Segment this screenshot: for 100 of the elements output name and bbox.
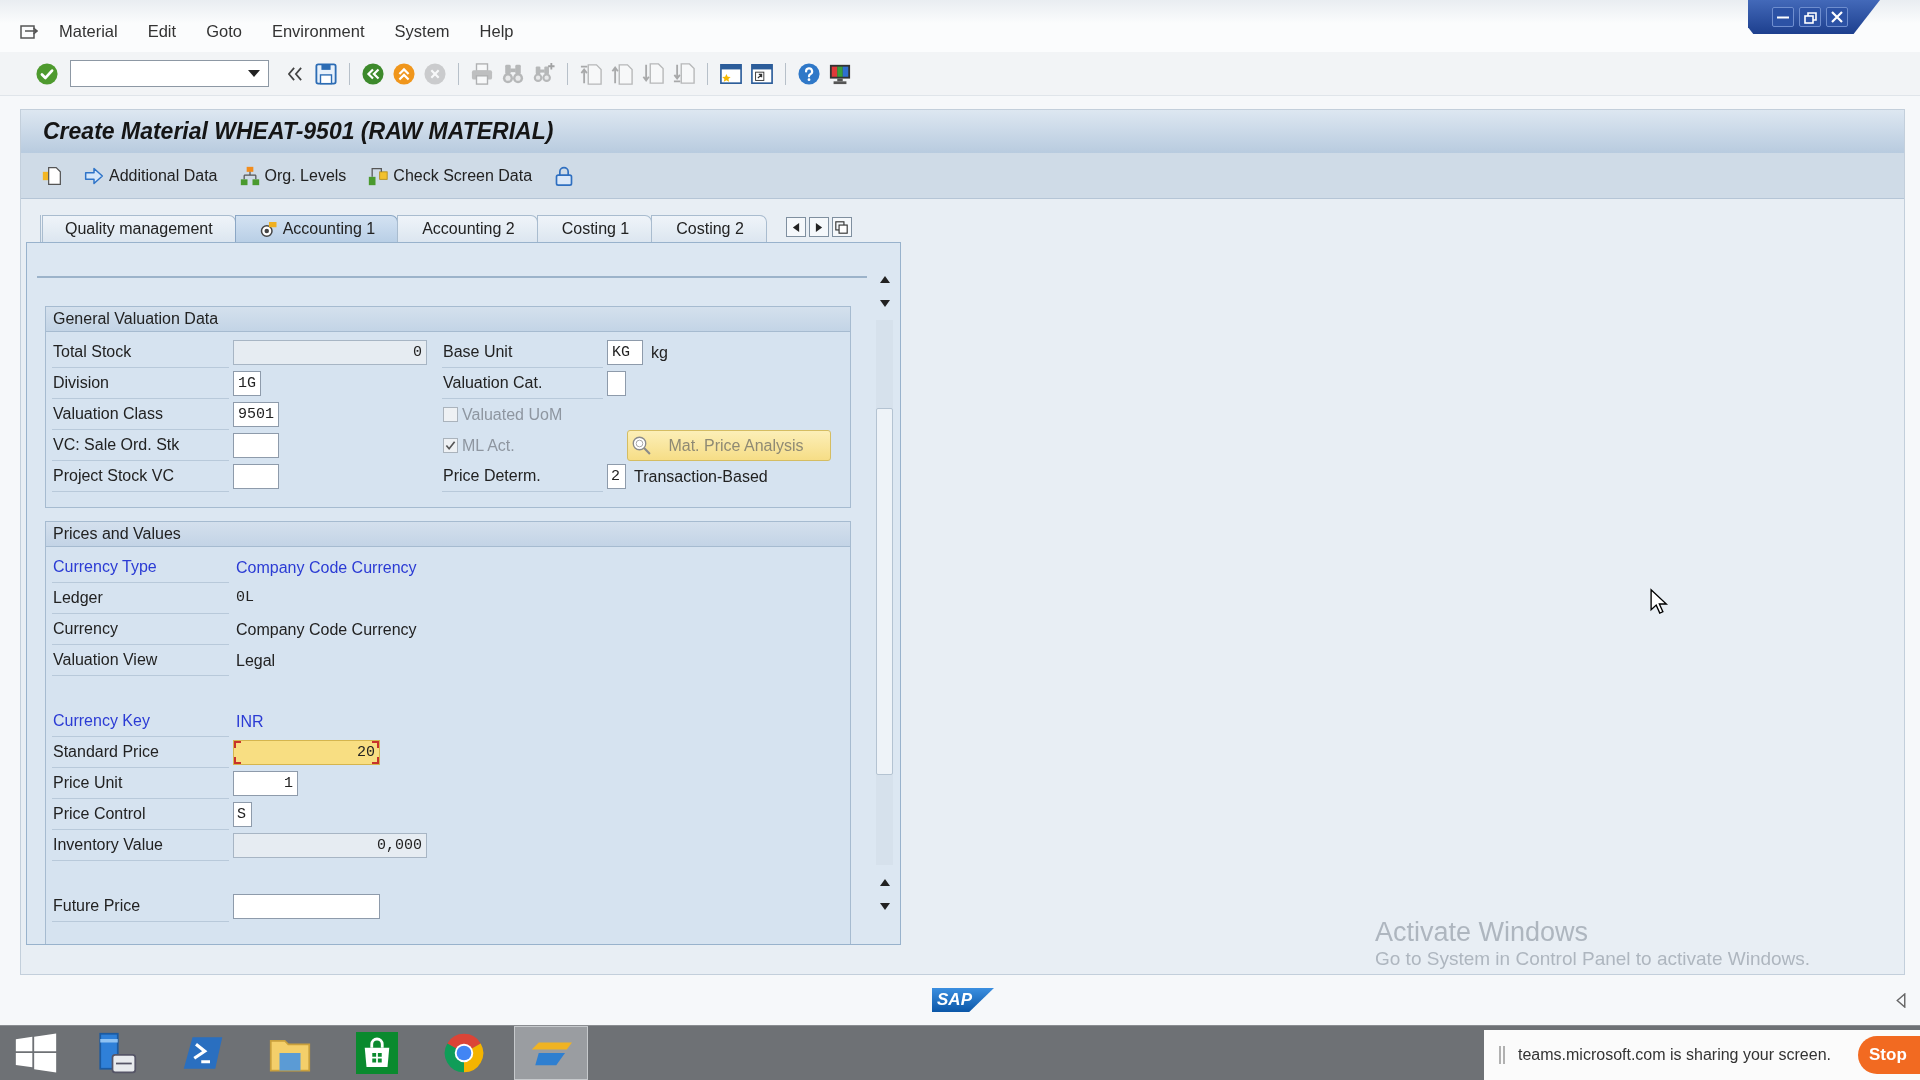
taskbar-button[interactable] bbox=[513, 1026, 588, 1080]
page-arrow-icon bbox=[611, 62, 633, 85]
grip-icon bbox=[1498, 1045, 1506, 1065]
input-field[interactable]: 1G bbox=[233, 371, 261, 396]
checkbox-label: Valuated UoM bbox=[462, 404, 563, 425]
menu-item[interactable]: System bbox=[379, 22, 465, 42]
output-field[interactable]: 0,000 bbox=[233, 833, 427, 858]
window-menu-icon bbox=[20, 23, 38, 41]
hierarchy-icon bbox=[239, 165, 260, 186]
field-label: Price Control bbox=[52, 799, 229, 830]
menu-item[interactable]: Help bbox=[464, 22, 529, 42]
input-field[interactable]: 20 bbox=[233, 740, 380, 765]
page-arrow-icon bbox=[642, 62, 664, 85]
tab[interactable]: Accounting 2 bbox=[397, 215, 538, 242]
triangle-down-icon bbox=[879, 902, 890, 910]
binoculars-icon bbox=[502, 62, 524, 85]
tab-scroll-right-button[interactable] bbox=[808, 217, 829, 237]
checkbox-label: ML Act. bbox=[462, 435, 515, 456]
input-field[interactable]: 2 bbox=[607, 464, 626, 489]
field-label: Division bbox=[52, 368, 229, 399]
target-icon bbox=[259, 220, 278, 238]
scrollbar-track[interactable] bbox=[876, 320, 893, 865]
help-icon bbox=[798, 62, 820, 85]
field-label: Standard Price bbox=[52, 737, 229, 768]
check-screen-data-button[interactable]: Check Screen Data bbox=[364, 161, 537, 190]
input-field[interactable]: S bbox=[233, 802, 252, 827]
lock-icon bbox=[554, 165, 575, 186]
double-chevron-icon bbox=[288, 66, 302, 81]
activation-text: Go to System in Control Panel to activate Windows. bbox=[1375, 948, 1811, 972]
shortcut-button[interactable] bbox=[750, 61, 774, 86]
field-value: 0L bbox=[235, 588, 254, 609]
scrollbar-thumb[interactable] bbox=[876, 408, 893, 775]
tab[interactable]: Accounting 1 bbox=[234, 215, 399, 242]
tab[interactable]: Quality management bbox=[40, 215, 236, 242]
magnifier-icon bbox=[632, 435, 652, 456]
triangle-right-icon bbox=[814, 222, 823, 232]
printer-icon bbox=[471, 62, 493, 85]
back-icon bbox=[362, 62, 384, 85]
field-label: Price Determ. bbox=[442, 461, 603, 492]
description-text: Transaction-Based bbox=[634, 466, 768, 487]
input-field[interactable]: 1 bbox=[233, 771, 298, 796]
menu-item[interactable]: Environment bbox=[256, 22, 380, 42]
menu-item[interactable]: Edit bbox=[132, 22, 192, 42]
field-value: Company Code Currency bbox=[235, 557, 417, 578]
field-label: Price Unit bbox=[52, 768, 229, 799]
output-field[interactable]: 0 bbox=[233, 340, 427, 365]
shopping-bag-icon bbox=[355, 1032, 398, 1074]
page-arrow-icon bbox=[673, 62, 695, 85]
logo: SAP bbox=[932, 988, 994, 1012]
triangle-left-icon bbox=[791, 222, 800, 232]
field-label: Future Price bbox=[52, 891, 229, 922]
field-label: Project Stock VC bbox=[52, 461, 229, 492]
four-panes-icon bbox=[14, 1031, 58, 1075]
documents-icon bbox=[42, 165, 62, 186]
field-value: Company Code Currency bbox=[235, 619, 417, 640]
binoculars-plus-icon bbox=[533, 62, 555, 85]
input-field[interactable] bbox=[607, 371, 626, 396]
input-field[interactable] bbox=[233, 464, 279, 489]
minimize-button[interactable] bbox=[1772, 7, 1794, 27]
input-field[interactable] bbox=[233, 894, 380, 919]
org-levels-button[interactable]: Org. Levels bbox=[235, 161, 351, 190]
input-field[interactable]: KG bbox=[607, 340, 643, 365]
exit-icon bbox=[393, 62, 415, 85]
triangle-up-icon bbox=[879, 878, 890, 886]
restore-button[interactable] bbox=[1799, 7, 1821, 27]
menu-item[interactable]: Goto bbox=[191, 22, 257, 42]
check-icon bbox=[36, 62, 58, 85]
menu-item[interactable]: Material bbox=[44, 22, 133, 42]
back-button[interactable] bbox=[361, 61, 385, 86]
triangle-up-icon bbox=[879, 275, 890, 283]
input-field[interactable] bbox=[233, 433, 279, 458]
minimize-icon bbox=[1777, 15, 1789, 19]
field-label: Valuation Class bbox=[52, 399, 229, 430]
description-text: kg bbox=[651, 342, 668, 363]
field-value: INR bbox=[235, 711, 264, 732]
restore-icon bbox=[1803, 10, 1817, 24]
field-value: Legal bbox=[235, 650, 276, 671]
tricolor-circle-icon bbox=[442, 1032, 485, 1074]
field-label: VC: Sale Ord. Stk bbox=[52, 430, 229, 461]
exit-button[interactable] bbox=[392, 61, 416, 86]
field-label: Currency Key bbox=[52, 706, 229, 737]
pointer-icon bbox=[1650, 588, 1670, 616]
tab[interactable]: Costing 2 bbox=[651, 215, 767, 242]
group-title: Prices and Values bbox=[46, 522, 850, 547]
share-message: teams.microsoft.com is sharing your screen. bbox=[1518, 1045, 1831, 1065]
input-field[interactable]: 9501 bbox=[233, 402, 279, 427]
arrow-right-icon bbox=[84, 165, 104, 186]
save-button[interactable] bbox=[314, 61, 338, 86]
enter-button[interactable] bbox=[35, 61, 59, 86]
activation-title: Activate Windows bbox=[1375, 916, 1590, 949]
tab-list-button[interactable] bbox=[831, 217, 852, 237]
close-button[interactable] bbox=[1826, 7, 1848, 27]
field-label: Total Stock bbox=[52, 337, 229, 368]
help-button[interactable] bbox=[797, 61, 821, 86]
command-field[interactable] bbox=[70, 60, 269, 87]
new-session-button[interactable] bbox=[719, 61, 743, 86]
additional-data-button[interactable]: Additional Data bbox=[80, 161, 222, 190]
tab[interactable]: Costing 1 bbox=[536, 215, 653, 242]
group-title: General Valuation Data bbox=[46, 307, 850, 332]
tab-scroll-left-button[interactable] bbox=[785, 217, 806, 237]
